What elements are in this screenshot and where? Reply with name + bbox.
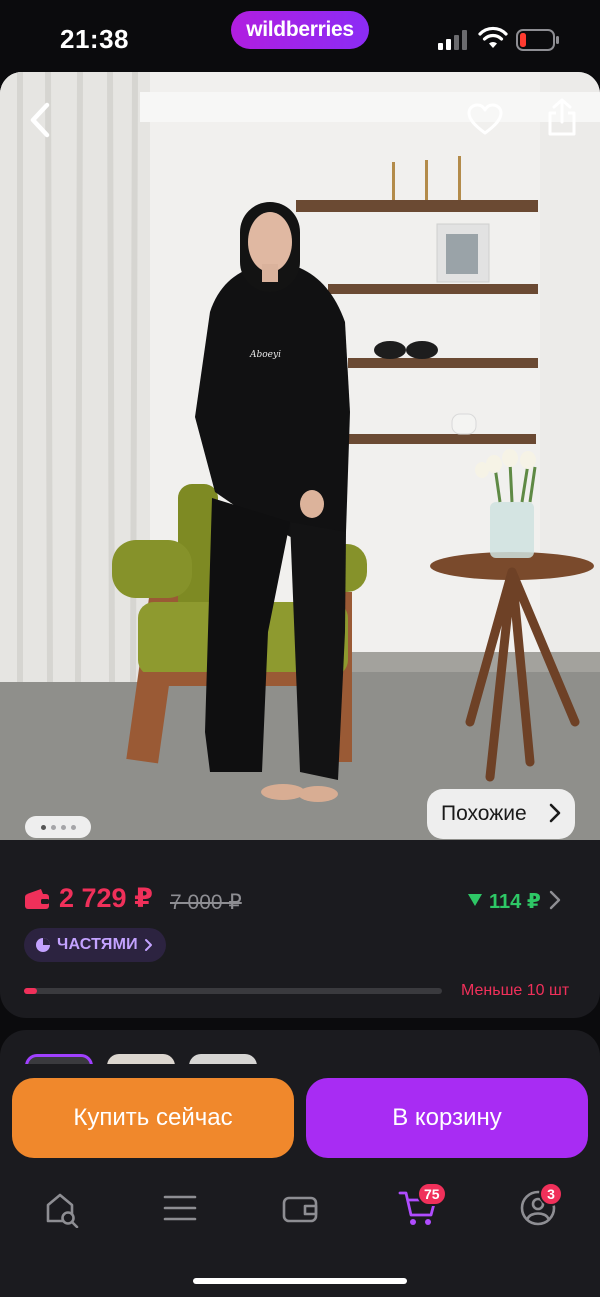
favorite-button[interactable] [462, 96, 508, 142]
menu-icon [163, 1195, 197, 1221]
wallet-icon [282, 1196, 318, 1223]
chevron-right-icon [549, 803, 561, 823]
brand-logo[interactable]: wildberries [231, 11, 369, 49]
status-time: 21:38 [60, 24, 129, 54]
down-triangle-icon [468, 894, 482, 906]
back-button[interactable] [18, 96, 62, 144]
product-gallery[interactable]: Aboeyi Похожие [0, 72, 600, 840]
similar-button[interactable]: Похожие [427, 789, 575, 839]
home-indicator [193, 1278, 407, 1284]
share-button[interactable] [540, 92, 584, 142]
heart-outline-icon [467, 103, 503, 135]
share-icon [548, 98, 576, 136]
old-price: 7 000 ₽ [170, 891, 242, 914]
nav-catalog[interactable] [158, 1186, 202, 1230]
add-to-cart-button[interactable]: В корзину [306, 1078, 588, 1158]
chevron-left-icon [30, 102, 50, 138]
bottom-navigation: 75 3 [0, 1174, 600, 1297]
gallery-pagination[interactable] [25, 816, 91, 838]
gallery-dot[interactable] [60, 824, 66, 830]
gallery-dot[interactable] [50, 824, 56, 830]
installments-button[interactable]: ЧАСТЯМИ [24, 928, 166, 962]
battery-icon [516, 29, 559, 51]
shirt-print: Aboeyi [249, 350, 281, 360]
status-bar: 21:38 wildberries [0, 0, 600, 72]
similar-label: Похожие [441, 802, 527, 825]
price-card: 2 729 ₽ 7 000 ₽ 114 ₽ ЧАСТЯМИ Меньше 10 … [0, 840, 600, 1018]
nav-wallet[interactable] [278, 1186, 322, 1230]
cart-count-badge: 75 [417, 1182, 447, 1206]
product-photo: Aboeyi [0, 72, 600, 840]
wifi-icon [478, 26, 508, 48]
cellular-signal-icon [438, 30, 467, 50]
wallet-icon [25, 889, 49, 909]
chevron-right-icon [144, 939, 152, 951]
current-price: 2 729 ₽ [59, 883, 153, 913]
stock-progress-fill [24, 988, 37, 994]
installments-label: ЧАСТЯМИ [57, 936, 138, 953]
profile-notification-badge: 3 [539, 1182, 563, 1206]
nav-home[interactable] [40, 1186, 84, 1230]
purchase-actions: Купить сейчас В корзину [0, 1064, 600, 1174]
stock-label: Меньше 10 шт [461, 982, 570, 999]
gallery-dot[interactable] [40, 824, 46, 830]
home-search-icon [46, 1193, 79, 1228]
gallery-dot[interactable] [70, 824, 76, 830]
pie-chart-icon [36, 938, 50, 952]
price-drop-amount[interactable]: 114 ₽ [489, 889, 541, 914]
buy-now-button[interactable]: Купить сейчас [12, 1078, 294, 1158]
chevron-right-icon[interactable] [549, 890, 561, 910]
stock-progress-bar [24, 988, 442, 994]
